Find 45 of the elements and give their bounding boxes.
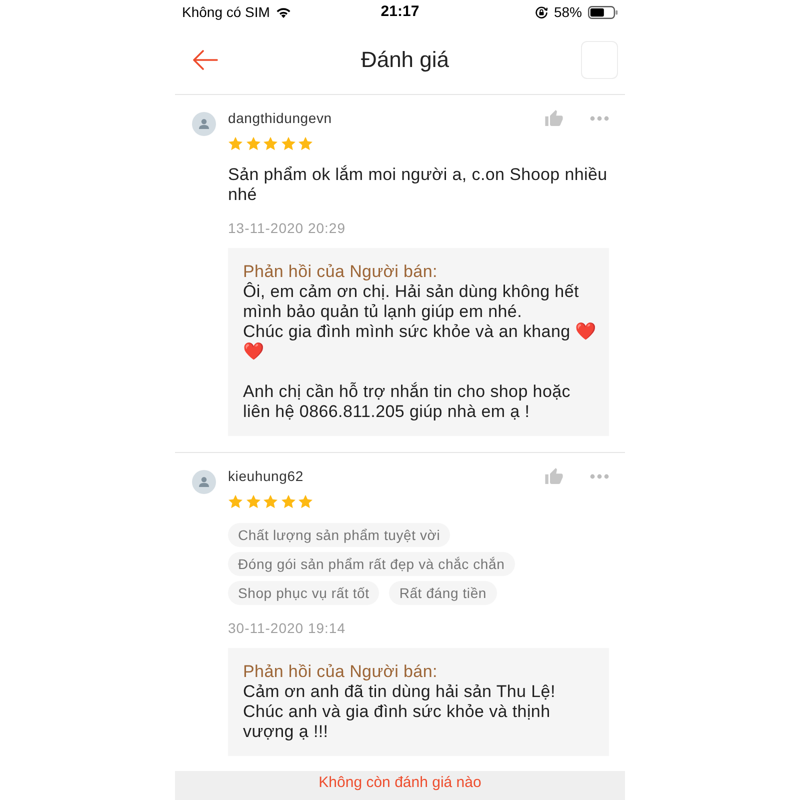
username: dangthidungevn bbox=[228, 109, 333, 128]
review-tag: Shop phục vụ rất tốt bbox=[228, 581, 380, 605]
review-tag: Rất đáng tiền bbox=[389, 581, 496, 605]
more-dots-icon bbox=[590, 474, 609, 478]
wifi-icon bbox=[276, 7, 291, 18]
reply-label: Phản hồi của Người bán: bbox=[243, 662, 438, 682]
review-date: 30-11-2020 19:14 bbox=[228, 619, 346, 638]
username: kieuhung62 bbox=[228, 467, 304, 486]
star-icon bbox=[280, 136, 296, 151]
star-icon bbox=[263, 494, 278, 509]
orientation-lock-icon bbox=[534, 6, 548, 19]
heart-icon: ❤ bbox=[575, 322, 596, 342]
like-button[interactable] bbox=[545, 110, 563, 126]
more-button[interactable] bbox=[590, 474, 609, 478]
battery-percent-text: 58% bbox=[554, 3, 582, 22]
back-button[interactable] bbox=[192, 50, 218, 70]
star-icon bbox=[280, 494, 296, 509]
star-icon bbox=[246, 494, 260, 509]
clock-text: 21:17 bbox=[380, 2, 420, 22]
like-button[interactable] bbox=[545, 468, 563, 484]
carrier-text: Không có SIM bbox=[182, 3, 270, 22]
star-icon bbox=[298, 494, 313, 509]
star-icon bbox=[228, 136, 243, 151]
star-icon bbox=[263, 136, 278, 151]
star-icon bbox=[228, 494, 243, 509]
back-arrow-icon bbox=[192, 50, 218, 70]
review-tag: Chất lượng sản phẩm tuyệt vời bbox=[228, 523, 450, 547]
avatar-icon bbox=[192, 112, 216, 136]
reply-label: Phản hồi của Người bán: bbox=[243, 262, 438, 282]
heart-icon: ❤ bbox=[243, 342, 264, 362]
reply-text: Cảm ơn anh đã tin dùng hải sản Thu Lệ! Chúc anh và gia đình sức khỏe và thịnh vượng ạ !!! bbox=[243, 682, 556, 742]
reply-text: Ôi, em cảm ơn chị. Hải sản dùng không hết mình bảo quản tủ lạnh giúp em nhé. Chúc gia đình mình sức khỏe và an khang ❤ ❤ Anh chị cần hỗ trợ nhắn tin cho shop hoặc liên hệ 0866.811.205 giúp nhà em ạ ! bbox=[243, 282, 597, 422]
page-title: Đánh giá bbox=[360, 46, 450, 74]
review-date: 13-11-2020 20:29 bbox=[228, 219, 346, 238]
more-dots-icon bbox=[590, 116, 609, 120]
battery-icon bbox=[588, 6, 618, 19]
review-comment: Sản phẩm ok lắm moi người a, c.on Shoop nhiều nhé bbox=[228, 165, 608, 205]
thumbs-up-icon bbox=[545, 468, 563, 484]
thumbs-up-icon bbox=[545, 110, 563, 126]
star-icon bbox=[246, 136, 260, 151]
avatar-icon bbox=[192, 470, 216, 494]
review-tag: Đóng gói sản phẩm rất đẹp và chắc chắn bbox=[228, 552, 515, 576]
star-icon bbox=[298, 136, 313, 151]
no-more-reviews-text: Không còn đánh giá nào bbox=[318, 774, 482, 793]
more-button[interactable] bbox=[590, 116, 609, 120]
